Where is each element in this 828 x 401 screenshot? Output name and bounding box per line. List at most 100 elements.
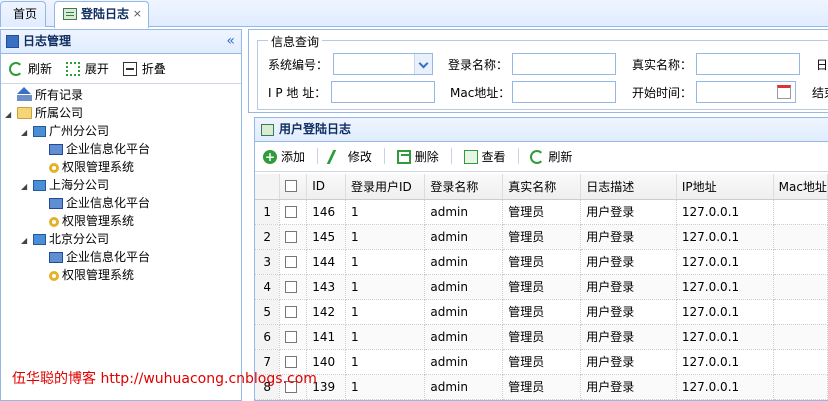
- user-id-cell: 1: [345, 249, 426, 275]
- login-name-cell: admin: [424, 349, 504, 375]
- tree-node-company[interactable]: ◢ 所属公司: [5, 104, 83, 122]
- mac-cell: [773, 324, 828, 350]
- real-name-cell: 管理员: [502, 324, 582, 350]
- id-cell: 145: [306, 224, 346, 250]
- tree-fold-button[interactable]: 折叠: [122, 54, 166, 84]
- delete-button[interactable]: 删除: [396, 142, 439, 172]
- tree-fold-label: 折叠: [141, 62, 166, 76]
- toolbar-divider: [517, 148, 519, 164]
- ip-input[interactable]: [331, 81, 435, 103]
- add-label: 添加: [281, 150, 306, 164]
- mac-input[interactable]: [512, 81, 616, 103]
- select-all-cell[interactable]: [279, 174, 308, 200]
- select-all-checkbox[interactable]: [285, 180, 298, 193]
- tab-home[interactable]: 首页: [0, 1, 46, 27]
- view-button[interactable]: 查看: [463, 142, 506, 172]
- start-time-datebox[interactable]: [696, 81, 796, 103]
- close-icon[interactable]: ×: [133, 2, 142, 26]
- grid-refresh-button[interactable]: 刷新: [530, 142, 572, 172]
- row-checkbox[interactable]: [285, 305, 298, 318]
- row-checkbox[interactable]: [285, 280, 298, 293]
- grid-toolbar: 添加 修改 删除 查看 刷新: [255, 142, 828, 172]
- real-name-cell: 管理员: [502, 274, 582, 300]
- system-no-combobox[interactable]: [333, 53, 433, 75]
- row-checkbox[interactable]: [285, 205, 298, 218]
- org-icon: [33, 234, 46, 245]
- description-cell: 用户登录: [580, 249, 677, 275]
- table-row[interactable]: 5 142 1 admin 管理员 用户登录 127.0.0.1: [255, 299, 828, 325]
- user-id-cell: 1: [345, 274, 426, 300]
- row-checkbox[interactable]: [285, 255, 298, 268]
- edit-button[interactable]: 修改: [326, 142, 372, 172]
- column-header[interactable]: 登录用户ID: [345, 174, 426, 200]
- table-row[interactable]: 2 145 1 admin 管理员 用户登录 127.0.0.1: [255, 224, 828, 250]
- mac-cell: [773, 349, 828, 375]
- tree-node-system[interactable]: 权限管理系统: [49, 266, 134, 284]
- table-row[interactable]: 3 144 1 admin 管理员 用户登录 127.0.0.1: [255, 249, 828, 275]
- mac-cell: [773, 199, 828, 225]
- column-header[interactable]: 真实名称: [502, 174, 582, 200]
- tree-refresh-button[interactable]: 刷新: [9, 54, 52, 84]
- row-checkbox[interactable]: [285, 355, 298, 368]
- book-icon: [6, 35, 19, 48]
- expanded-arrow-icon[interactable]: ◢: [21, 178, 33, 196]
- table-row[interactable]: 6 141 1 admin 管理员 用户登录 127.0.0.1: [255, 324, 828, 350]
- expand-icon: [65, 62, 80, 76]
- table-row[interactable]: 1 146 1 admin 管理员 用户登录 127.0.0.1: [255, 199, 828, 225]
- refresh-icon: [9, 62, 23, 76]
- collapse-icon[interactable]: «: [226, 30, 235, 53]
- tree-expand-button[interactable]: 展开: [65, 54, 109, 84]
- real-name-cell: 管理员: [502, 224, 582, 250]
- id-cell: 142: [306, 299, 346, 325]
- tree-node-all[interactable]: 所有记录: [17, 86, 83, 104]
- key-icon: [49, 163, 59, 173]
- ip-cell: 127.0.0.1: [676, 249, 774, 275]
- add-button[interactable]: 添加: [263, 142, 305, 172]
- table-row[interactable]: 8 139 1 admin 管理员 用户登录 127.0.0.1: [255, 374, 828, 400]
- folder-icon: [17, 107, 32, 119]
- sidebar-panel: 日志管理 « 刷新 展开 折叠 所有记录 ◢ 所属公司 ◢ 广州分公司 企业信息化平…: [0, 29, 242, 401]
- row-checkbox[interactable]: [285, 330, 298, 343]
- column-header[interactable]: IP地址: [676, 174, 774, 200]
- mac-cell: [773, 374, 828, 400]
- row-checkbox-cell: [279, 249, 308, 275]
- user-id-cell: 1: [345, 224, 426, 250]
- description-cell: 用户登录: [580, 199, 677, 225]
- expanded-arrow-icon[interactable]: ◢: [5, 106, 17, 124]
- tree-node-branch[interactable]: ◢ 广州分公司: [21, 122, 109, 140]
- calendar-icon[interactable]: [777, 85, 791, 99]
- column-header[interactable]: ID: [306, 174, 346, 200]
- row-number: 1: [255, 199, 281, 225]
- key-icon: [49, 271, 59, 281]
- login-log-grid-panel: 用户登陆日志 添加 修改 删除 查看 刷新 ID 登录用户ID 登录名称 真实名…: [254, 117, 828, 401]
- search-panel: 信息查询 系统编号： 登录名称： 真实名称： 日 I P 地 址： Mac地址：…: [248, 29, 828, 113]
- tree-node-branch[interactable]: ◢ 北京分公司: [21, 230, 109, 248]
- login-name-cell: admin: [424, 199, 504, 225]
- mac-cell: [773, 274, 828, 300]
- tree-node-label: 所有记录: [35, 88, 84, 102]
- tree-node-branch[interactable]: ◢ 上海分公司: [21, 176, 109, 194]
- column-header[interactable]: 日志描述: [580, 174, 677, 200]
- real-name-input[interactable]: [696, 53, 800, 75]
- mac-cell: [773, 299, 828, 325]
- tree-node-system[interactable]: 权限管理系统: [49, 158, 134, 176]
- tree-node-system[interactable]: 企业信息化平台: [49, 248, 150, 266]
- row-checkbox[interactable]: [285, 230, 298, 243]
- tree-node-label: 北京分公司: [49, 232, 110, 246]
- column-header[interactable]: 登录名称: [424, 174, 504, 200]
- tree-node-system[interactable]: 企业信息化平台: [49, 140, 150, 158]
- tree-node-system[interactable]: 企业信息化平台: [49, 194, 150, 212]
- table-row[interactable]: 4 143 1 admin 管理员 用户登录 127.0.0.1: [255, 274, 828, 300]
- table-row[interactable]: 7 140 1 admin 管理员 用户登录 127.0.0.1: [255, 349, 828, 375]
- tab-login-log[interactable]: 登陆日志 ×: [54, 1, 149, 28]
- computer-icon: [49, 144, 63, 155]
- chevron-down-icon[interactable]: [414, 54, 432, 74]
- expanded-arrow-icon[interactable]: ◢: [21, 232, 33, 250]
- login-name-input[interactable]: [512, 53, 616, 75]
- tree-node-system[interactable]: 权限管理系统: [49, 212, 134, 230]
- expanded-arrow-icon[interactable]: ◢: [21, 124, 33, 142]
- row-number: 5: [255, 299, 281, 325]
- ip-cell: 127.0.0.1: [676, 199, 774, 225]
- column-header[interactable]: Mac地址: [773, 174, 828, 200]
- row-number: 2: [255, 224, 281, 250]
